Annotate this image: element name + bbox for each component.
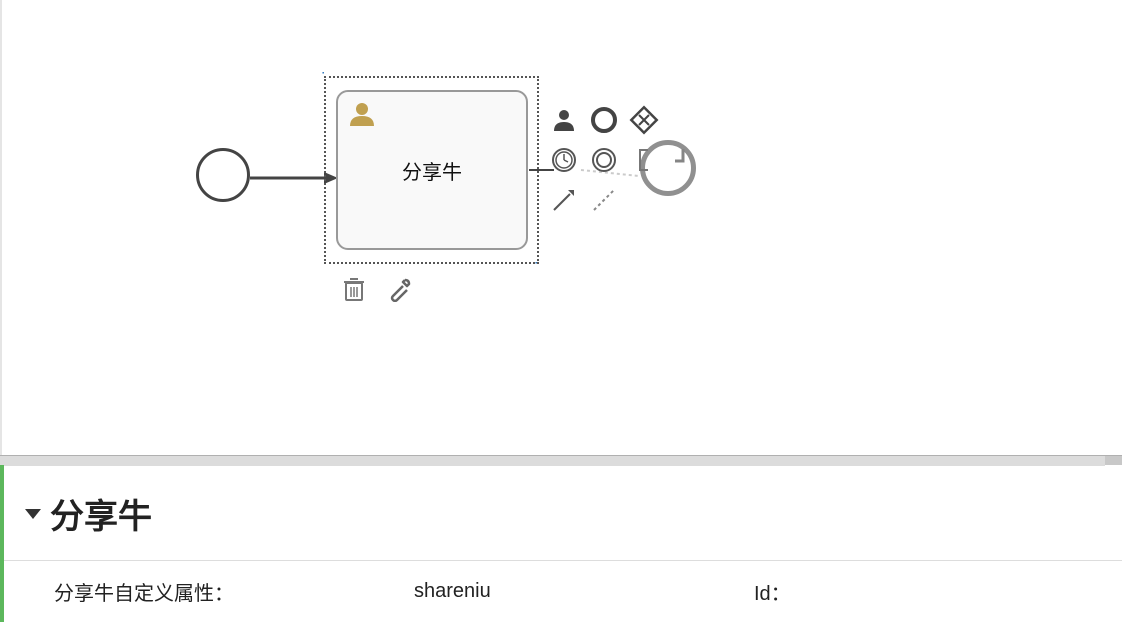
id-label: Id：: [754, 577, 791, 606]
delete-icon[interactable]: [337, 272, 371, 306]
ctx-gateway-icon[interactable]: [627, 103, 661, 137]
properties-panel: 分享牛 分享牛自定义属性： shareniu Id：: [0, 465, 1122, 622]
wrench-icon[interactable]: [383, 272, 417, 306]
custom-attr-label: 分享牛自定义属性：: [54, 577, 414, 606]
bottom-tools: [337, 272, 417, 306]
ctx-connect-arrow-icon[interactable]: [547, 183, 581, 217]
props-title: 分享牛: [50, 489, 152, 538]
context-pad: [547, 103, 661, 223]
ctx-intermediate-icon[interactable]: [587, 143, 621, 177]
ctx-user-task-icon[interactable]: [547, 103, 581, 137]
ctx-timer-icon[interactable]: [547, 143, 581, 177]
ctx-end-event-icon[interactable]: [587, 103, 621, 137]
chevron-down-icon: [22, 503, 44, 525]
user-task-node[interactable]: 分享牛: [336, 90, 528, 250]
custom-attr-value[interactable]: shareniu: [414, 580, 754, 603]
user-icon: [348, 100, 376, 128]
ctx-annotation-icon[interactable]: [627, 143, 661, 177]
resize-handle-se[interactable]: ⠂: [534, 259, 542, 267]
props-header[interactable]: 分享牛: [4, 473, 1122, 561]
task-label: 分享牛: [402, 156, 462, 185]
splitter-bar[interactable]: [0, 455, 1122, 465]
diagram-canvas[interactable]: ⠂ ⠂ 分享牛: [0, 0, 1122, 455]
props-row-custom: 分享牛自定义属性： shareniu Id：: [4, 561, 1122, 622]
resize-handle-nw[interactable]: ⠂: [321, 69, 329, 77]
start-event[interactable]: [196, 148, 250, 202]
ctx-connect-line-icon[interactable]: [587, 183, 621, 217]
